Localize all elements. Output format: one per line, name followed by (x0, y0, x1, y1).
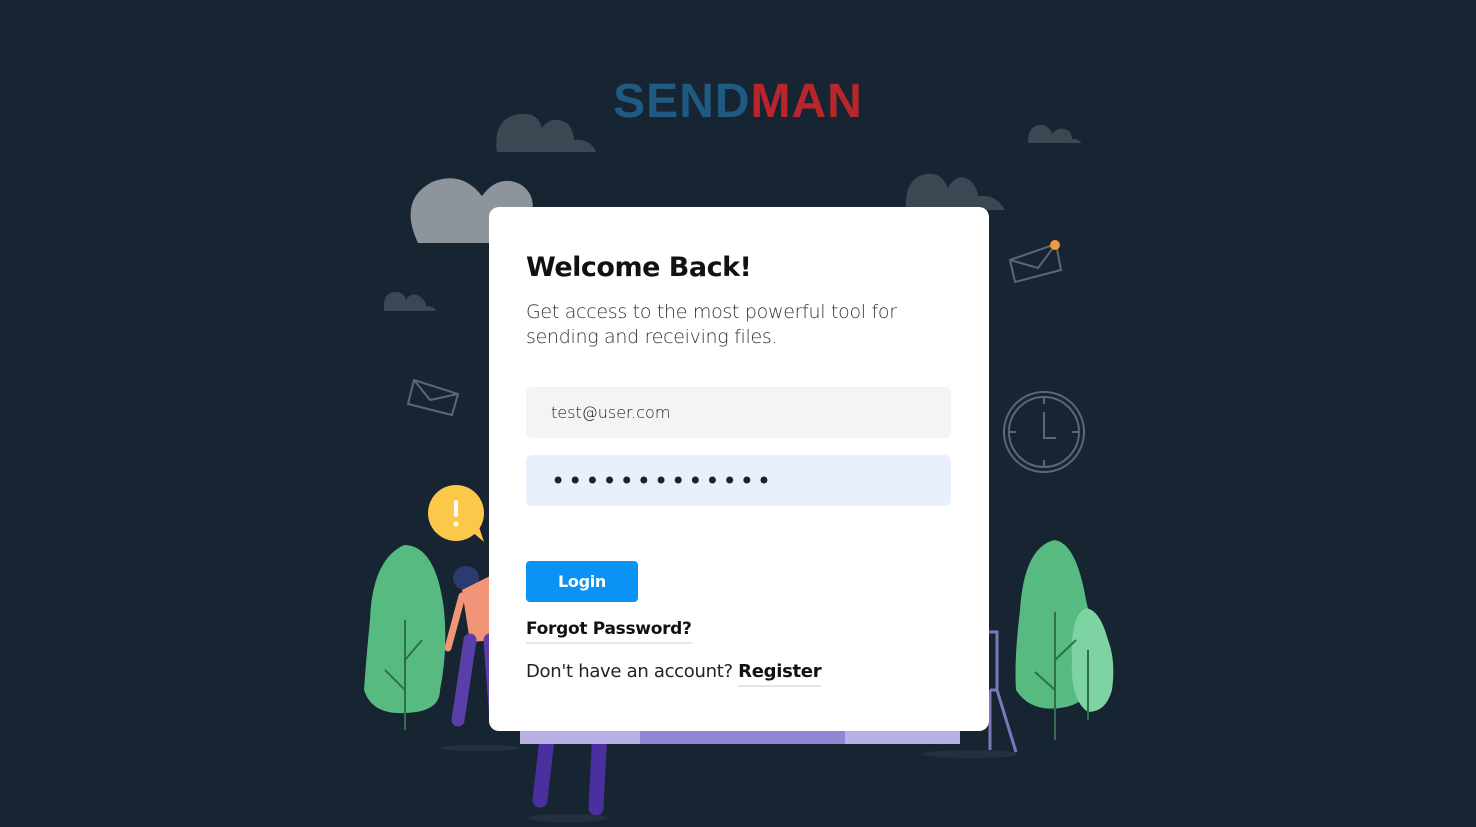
logo-part-man: MAN (750, 75, 863, 128)
chair-figure (988, 630, 1018, 753)
tree-icon (364, 545, 446, 730)
login-button[interactable]: Login (526, 561, 638, 602)
login-card: Welcome Back! Get access to the most pow… (489, 207, 989, 731)
forgot-password-link[interactable]: Forgot Password? (526, 619, 692, 644)
envelope-icon (406, 378, 460, 417)
password-field[interactable] (526, 455, 951, 506)
clock-icon (1003, 391, 1085, 473)
no-account-text: Don't have an account? (526, 661, 733, 682)
register-link[interactable]: Register (738, 661, 822, 687)
alert-bubble-icon (428, 485, 484, 542)
page-subtitle: Get access to the most powerful tool for… (526, 301, 897, 348)
cloud-icon (383, 292, 436, 311)
page-title: Welcome Back! (526, 252, 752, 283)
app-logo: SENDMAN (0, 74, 1476, 130)
email-field[interactable] (526, 387, 951, 438)
tree-icon (1015, 540, 1114, 740)
register-row: Don't have an account? Register (526, 661, 822, 687)
logo-part-send: SEND (613, 75, 751, 128)
cloud-icon (905, 173, 1005, 210)
